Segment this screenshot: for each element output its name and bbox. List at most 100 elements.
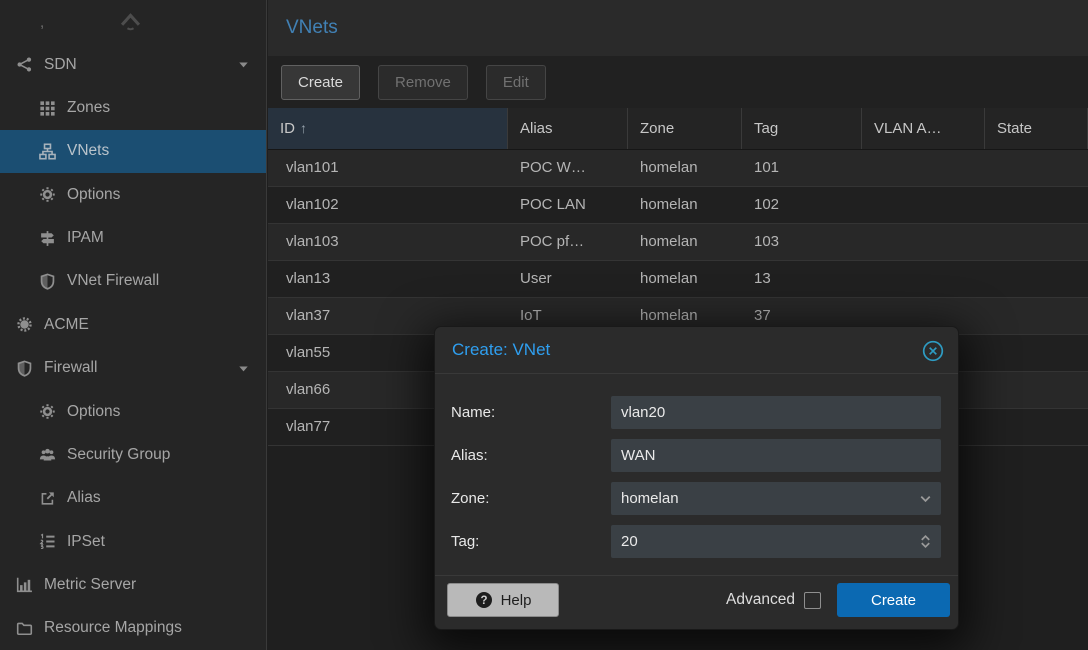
field-label: Name: xyxy=(451,396,495,429)
sidebar-item-security-group[interactable]: Security Group xyxy=(0,433,266,476)
cell-state xyxy=(985,261,1088,297)
cell-id: vlan102 xyxy=(268,187,508,223)
sidebar-item-label: VNet Firewall xyxy=(67,272,159,290)
alias-input[interactable]: WAN xyxy=(611,439,941,472)
sidebar-item-sdn[interactable]: SDN xyxy=(0,43,266,86)
edit-button: Edit xyxy=(486,65,546,100)
toolbar: Create Remove Edit xyxy=(268,56,1088,108)
cell-state xyxy=(985,335,1088,371)
cell-alias: POC W… xyxy=(508,150,628,186)
sidebar-item-label: Zones xyxy=(67,99,110,117)
cell-vlan-aware xyxy=(862,150,985,186)
sidebar-item-label: Options xyxy=(67,186,120,204)
sidebar-item-ipset[interactable]: IPSet xyxy=(0,520,266,563)
sidebar-item-label: Options xyxy=(67,403,120,421)
sidebar-item-metric-server[interactable]: Metric Server xyxy=(0,563,266,606)
question-circle-icon: ? xyxy=(475,591,493,609)
column-header-vlan-a[interactable]: VLAN A… xyxy=(862,108,985,149)
sidebar-item-alias[interactable]: Alias xyxy=(0,477,266,520)
sidebar-item-zones[interactable]: Zones xyxy=(0,86,266,129)
field-zone: Zone:homelan xyxy=(451,482,941,515)
sdn-icon xyxy=(11,56,37,73)
close-icon[interactable] xyxy=(921,339,945,363)
sidebar-item-acme[interactable]: ACME xyxy=(0,303,266,346)
spinner-icon[interactable] xyxy=(917,533,934,550)
column-header-id[interactable]: ID↑ xyxy=(268,108,508,149)
shield-icon xyxy=(11,360,37,377)
create-vnet-dialog: Create: VNet Name: vlan20 Alias: WAN Zone:ho… xyxy=(434,326,959,630)
table-row[interactable]: vlan101POC W…homelan101 xyxy=(268,150,1088,187)
grid-header: ID↑AliasZoneTagVLAN A…State xyxy=(268,108,1088,150)
create-submit-label: Create xyxy=(871,592,916,609)
dialog-header[interactable]: Create: VNet xyxy=(435,327,958,373)
sort-asc-icon: ↑ xyxy=(300,120,307,136)
sidebar-item-options[interactable]: Options xyxy=(0,390,266,433)
chevron-down-icon[interactable] xyxy=(917,490,934,507)
sidebar-item-firewall[interactable]: Firewall xyxy=(0,347,266,390)
dialog-fields: Name: vlan20 Alias: WAN Zone:homelan Tag:20 xyxy=(435,373,958,576)
zone-input[interactable]: homelan xyxy=(611,482,941,515)
cell-alias: POC LAN xyxy=(508,187,628,223)
sidebar-items: SDN Zones VNets Options IPAM VNet Firewall ACM… xyxy=(0,43,266,650)
sidebar-item-label: ACME xyxy=(44,316,89,334)
table-row[interactable]: vlan13Userhomelan13 xyxy=(268,261,1088,298)
cell-vlan-aware xyxy=(862,224,985,260)
shield-icon xyxy=(34,273,60,290)
cell-zone: homelan xyxy=(628,224,742,260)
sidebar-item-ipam[interactable]: IPAM xyxy=(0,216,266,259)
signpost-icon xyxy=(34,230,60,247)
advanced-label: Advanced xyxy=(726,591,795,609)
certificate-icon xyxy=(11,316,37,333)
button-label: Create xyxy=(298,74,343,91)
cell-tag: 101 xyxy=(742,150,862,186)
create-button[interactable]: Create xyxy=(281,65,360,100)
field-value: 20 xyxy=(621,525,638,558)
cell-state xyxy=(985,298,1088,334)
gear-icon xyxy=(34,403,60,420)
name-input[interactable]: vlan20 xyxy=(611,396,941,429)
cell-alias: User xyxy=(508,261,628,297)
sidebar-item-label: IPSet xyxy=(67,533,105,551)
sidebar-item-vnets[interactable]: VNets xyxy=(0,130,266,173)
sidebar-item-label: IPAM xyxy=(67,229,104,247)
sidebar-item-label: VNets xyxy=(67,142,109,160)
advanced-checkbox[interactable] xyxy=(804,592,821,609)
field-value: vlan20 xyxy=(621,396,665,429)
column-header-alias[interactable]: Alias xyxy=(508,108,628,149)
page-title: VNets xyxy=(286,17,338,39)
list-ol-icon xyxy=(34,533,60,550)
sidebar-item-resource-mappings[interactable]: Resource Mappings xyxy=(0,607,266,650)
dialog-footer: ? Help Advanced Create xyxy=(435,574,958,629)
sidebar-item-vnet-firewall[interactable]: VNet Firewall xyxy=(0,260,266,303)
remove-button: Remove xyxy=(378,65,468,100)
field-tag: Tag:20 xyxy=(451,525,941,558)
external-link-icon xyxy=(34,490,60,507)
sidebar-item-label: Security Group xyxy=(67,446,170,464)
column-header-state[interactable]: State xyxy=(985,108,1088,149)
sidebar-item-options[interactable]: Options xyxy=(0,173,266,216)
field-value: WAN xyxy=(621,439,655,472)
proxmox-sdn-vnets-screen: , SDN Zones VNets Options IPAM VNet Firewall A… xyxy=(0,0,1088,650)
cell-id: vlan103 xyxy=(268,224,508,260)
sidebar-item-label: SDN xyxy=(44,56,77,74)
column-header-tag[interactable]: Tag xyxy=(742,108,862,149)
help-button[interactable]: ? Help xyxy=(447,583,559,617)
cell-id: vlan101 xyxy=(268,150,508,186)
users-icon xyxy=(34,446,60,463)
table-row[interactable]: vlan102POC LANhomelan102 xyxy=(268,187,1088,224)
column-header-zone[interactable]: Zone xyxy=(628,108,742,149)
network-icon xyxy=(34,143,60,160)
sidebar-scroll-up[interactable]: , xyxy=(0,0,266,43)
caret-down-icon xyxy=(234,361,252,376)
field-label: Alias: xyxy=(451,439,488,472)
cell-state xyxy=(985,409,1088,445)
cell-zone: homelan xyxy=(628,150,742,186)
cell-state xyxy=(985,224,1088,260)
button-label: Remove xyxy=(395,74,451,91)
create-submit-button[interactable]: Create xyxy=(837,583,950,617)
page-header: VNets xyxy=(268,0,1088,56)
field-value: homelan xyxy=(621,482,679,515)
table-row[interactable]: vlan103POC pf…homelan103 xyxy=(268,224,1088,261)
cell-zone: homelan xyxy=(628,261,742,297)
tag-input[interactable]: 20 xyxy=(611,525,941,558)
